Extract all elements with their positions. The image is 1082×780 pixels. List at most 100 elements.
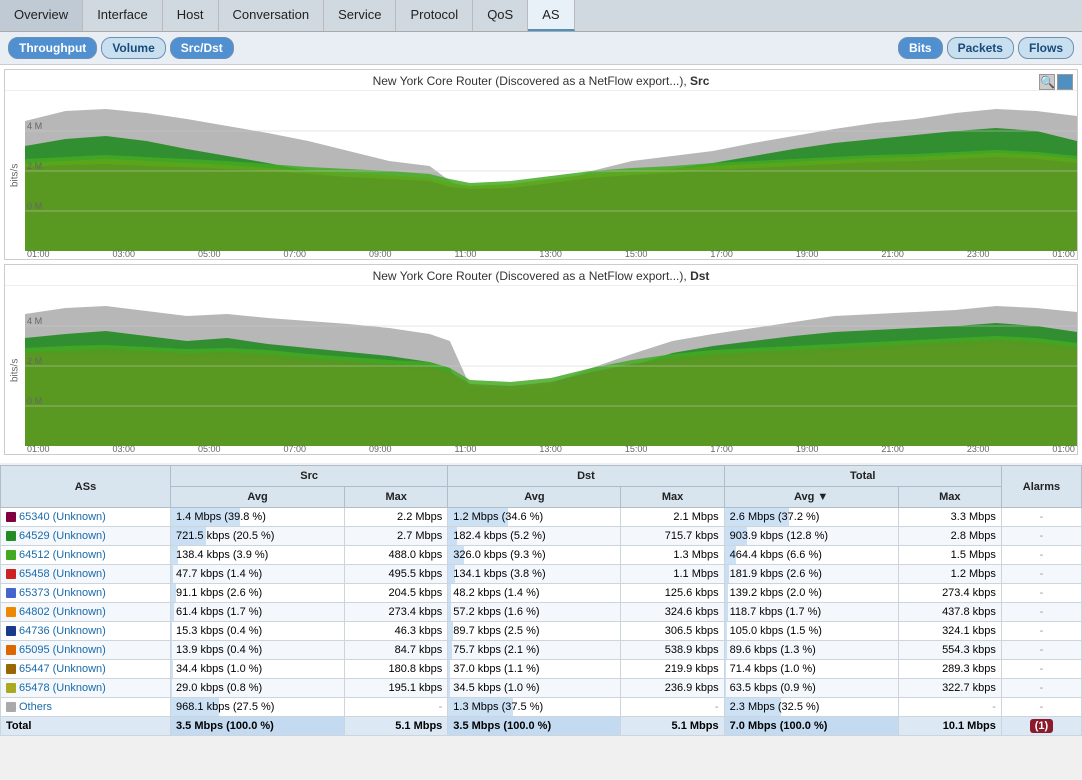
col-dst-max[interactable]: Max bbox=[621, 487, 724, 508]
tot-max: 554.3 kbps bbox=[898, 641, 1001, 660]
as-name-label[interactable]: 65447 (Unknown) bbox=[19, 663, 106, 675]
table-row: 64512 (Unknown)138.4 kbps (3.9 %)488.0 k… bbox=[1, 546, 1082, 565]
src-avg-bar bbox=[171, 641, 172, 659]
dst-max: 324.6 kbps bbox=[621, 603, 724, 622]
dst-max: 306.5 kbps bbox=[621, 622, 724, 641]
tot-avg: 2.6 Mbps (37.2 %) bbox=[724, 508, 898, 527]
btn-throughput[interactable]: Throughput bbox=[8, 37, 97, 59]
dst-avg-text: 134.1 kbps (3.8 %) bbox=[453, 568, 545, 580]
alarm-cell: (1) bbox=[1001, 717, 1081, 736]
alarm-cell: - bbox=[1001, 641, 1081, 660]
as-color-dot bbox=[6, 664, 16, 674]
as-name-label[interactable]: Others bbox=[19, 701, 52, 713]
nav-conversation[interactable]: Conversation bbox=[219, 0, 325, 31]
src-max: 2.2 Mbps bbox=[345, 508, 448, 527]
nav-host[interactable]: Host bbox=[163, 0, 219, 31]
chart-src-svg: 4 M 2 M 0 M bbox=[25, 91, 1077, 251]
col-dst-avg[interactable]: Avg bbox=[448, 487, 621, 508]
as-color-dot bbox=[6, 569, 16, 579]
dst-avg-text: 326.0 kbps (9.3 %) bbox=[453, 549, 545, 561]
dst-avg: 134.1 kbps (3.8 %) bbox=[448, 565, 621, 584]
chart-bar-icon[interactable] bbox=[1057, 74, 1073, 90]
alarm-badge[interactable]: (1) bbox=[1030, 719, 1053, 733]
tot-max: 1.5 Mbps bbox=[898, 546, 1001, 565]
col-header-total-group: Total bbox=[724, 466, 1001, 487]
tot-avg: 71.4 kbps (1.0 %) bbox=[724, 660, 898, 679]
dst-avg-text: 182.4 kbps (5.2 %) bbox=[453, 530, 545, 542]
dst-max: 715.7 kbps bbox=[621, 527, 724, 546]
tot-max: 437.8 kbps bbox=[898, 603, 1001, 622]
charts-area: New York Core Router (Discovered as a Ne… bbox=[0, 65, 1082, 463]
dst-avg: 326.0 kbps (9.3 %) bbox=[448, 546, 621, 565]
data-table: ASs Src Dst Total Alarms Avg Max Avg Max… bbox=[0, 465, 1082, 736]
dst-avg-bar bbox=[448, 622, 452, 640]
as-color-dot bbox=[6, 531, 16, 541]
data-table-wrap: ASs Src Dst Total Alarms Avg Max Avg Max… bbox=[0, 465, 1082, 736]
as-name-label[interactable]: 64736 (Unknown) bbox=[19, 625, 106, 637]
tot-avg-bar bbox=[725, 584, 728, 602]
dst-avg: 1.3 Mbps (37.5 %) bbox=[448, 698, 621, 717]
as-name-cell: 64736 (Unknown) bbox=[1, 622, 171, 641]
as-name-cell: 65478 (Unknown) bbox=[1, 679, 171, 698]
table-row: 65340 (Unknown) 1.4 Mbps (39.8 %) 2.2 Mbps… bbox=[1, 508, 1082, 527]
svg-text:4 M: 4 M bbox=[27, 316, 42, 326]
as-name-label[interactable]: 65458 (Unknown) bbox=[19, 568, 106, 580]
src-avg: 34.4 kbps (1.0 %) bbox=[171, 660, 345, 679]
as-name-label[interactable]: 65095 (Unknown) bbox=[19, 644, 106, 656]
src-avg: 721.5 kbps (20.5 %) bbox=[171, 527, 345, 546]
btn-flows[interactable]: Flows bbox=[1018, 37, 1074, 59]
tot-avg: 2.3 Mbps (32.5 %) bbox=[724, 698, 898, 717]
as-name-label[interactable]: 64802 (Unknown) bbox=[19, 606, 106, 618]
btn-volume[interactable]: Volume bbox=[101, 37, 165, 59]
chart-dst-title: New York Core Router (Discovered as a Ne… bbox=[5, 265, 1077, 286]
col-tot-max[interactable]: Max bbox=[898, 487, 1001, 508]
svg-text:2 M: 2 M bbox=[27, 356, 42, 366]
nav-service[interactable]: Service bbox=[324, 0, 396, 31]
as-name-label[interactable]: 64529 (Unknown) bbox=[19, 530, 106, 542]
as-name-label[interactable]: 65373 (Unknown) bbox=[19, 587, 106, 599]
tot-max: 10.1 Mbps bbox=[898, 717, 1001, 736]
src-avg-bar bbox=[171, 584, 176, 602]
src-avg-text: 1.4 Mbps (39.8 %) bbox=[176, 511, 266, 523]
col-src-avg[interactable]: Avg bbox=[171, 487, 345, 508]
alarm-cell: - bbox=[1001, 565, 1081, 584]
alarm-cell: - bbox=[1001, 527, 1081, 546]
as-name-label[interactable]: 65478 (Unknown) bbox=[19, 682, 106, 694]
chart-zoom-icon[interactable]: 🔍 bbox=[1039, 74, 1055, 90]
btn-bits[interactable]: Bits bbox=[898, 37, 943, 59]
as-color-dot bbox=[6, 588, 16, 598]
nav-protocol[interactable]: Protocol bbox=[396, 0, 473, 31]
svg-text:4 M: 4 M bbox=[27, 121, 42, 131]
nav-interface[interactable]: Interface bbox=[83, 0, 163, 31]
as-name-cell: 65447 (Unknown) bbox=[1, 660, 171, 679]
tot-avg-bar bbox=[725, 679, 727, 697]
alarm-cell: - bbox=[1001, 584, 1081, 603]
tot-avg: 181.9 kbps (2.6 %) bbox=[724, 565, 898, 584]
nav-qos[interactable]: QoS bbox=[473, 0, 528, 31]
nav-overview[interactable]: Overview bbox=[0, 0, 83, 31]
table-row: 65458 (Unknown)47.7 kbps (1.4 %)495.5 kb… bbox=[1, 565, 1082, 584]
tot-avg-text: 2.6 Mbps (37.2 %) bbox=[730, 511, 820, 523]
tot-avg: 903.9 kbps (12.8 %) bbox=[724, 527, 898, 546]
tot-avg: 105.0 kbps (1.5 %) bbox=[724, 622, 898, 641]
tot-avg-text: 105.0 kbps (1.5 %) bbox=[730, 625, 822, 637]
col-tot-avg[interactable]: Avg ▼ bbox=[724, 487, 898, 508]
src-avg-text: 138.4 kbps (3.9 %) bbox=[176, 549, 268, 561]
src-max: 495.5 kbps bbox=[345, 565, 448, 584]
col-header-dst-group: Dst bbox=[448, 466, 724, 487]
as-name-label[interactable]: 65340 (Unknown) bbox=[19, 511, 106, 523]
col-src-max[interactable]: Max bbox=[345, 487, 448, 508]
btn-srcdst[interactable]: Src/Dst bbox=[170, 37, 234, 59]
as-color-dot bbox=[6, 626, 16, 636]
as-name-label[interactable]: 64512 (Unknown) bbox=[19, 549, 106, 561]
table-row: 64802 (Unknown)61.4 kbps (1.7 %)273.4 kb… bbox=[1, 603, 1082, 622]
svg-text:0 M: 0 M bbox=[27, 396, 42, 406]
src-max: 2.7 Mbps bbox=[345, 527, 448, 546]
dst-avg-bar bbox=[448, 679, 450, 697]
btn-packets[interactable]: Packets bbox=[947, 37, 1014, 59]
as-color-dot bbox=[6, 645, 16, 655]
tot-avg-text: 139.2 kbps (2.0 %) bbox=[730, 587, 822, 599]
src-avg: 1.4 Mbps (39.8 %) bbox=[171, 508, 345, 527]
nav-as[interactable]: AS bbox=[528, 0, 574, 31]
dst-avg: 48.2 kbps (1.4 %) bbox=[448, 584, 621, 603]
